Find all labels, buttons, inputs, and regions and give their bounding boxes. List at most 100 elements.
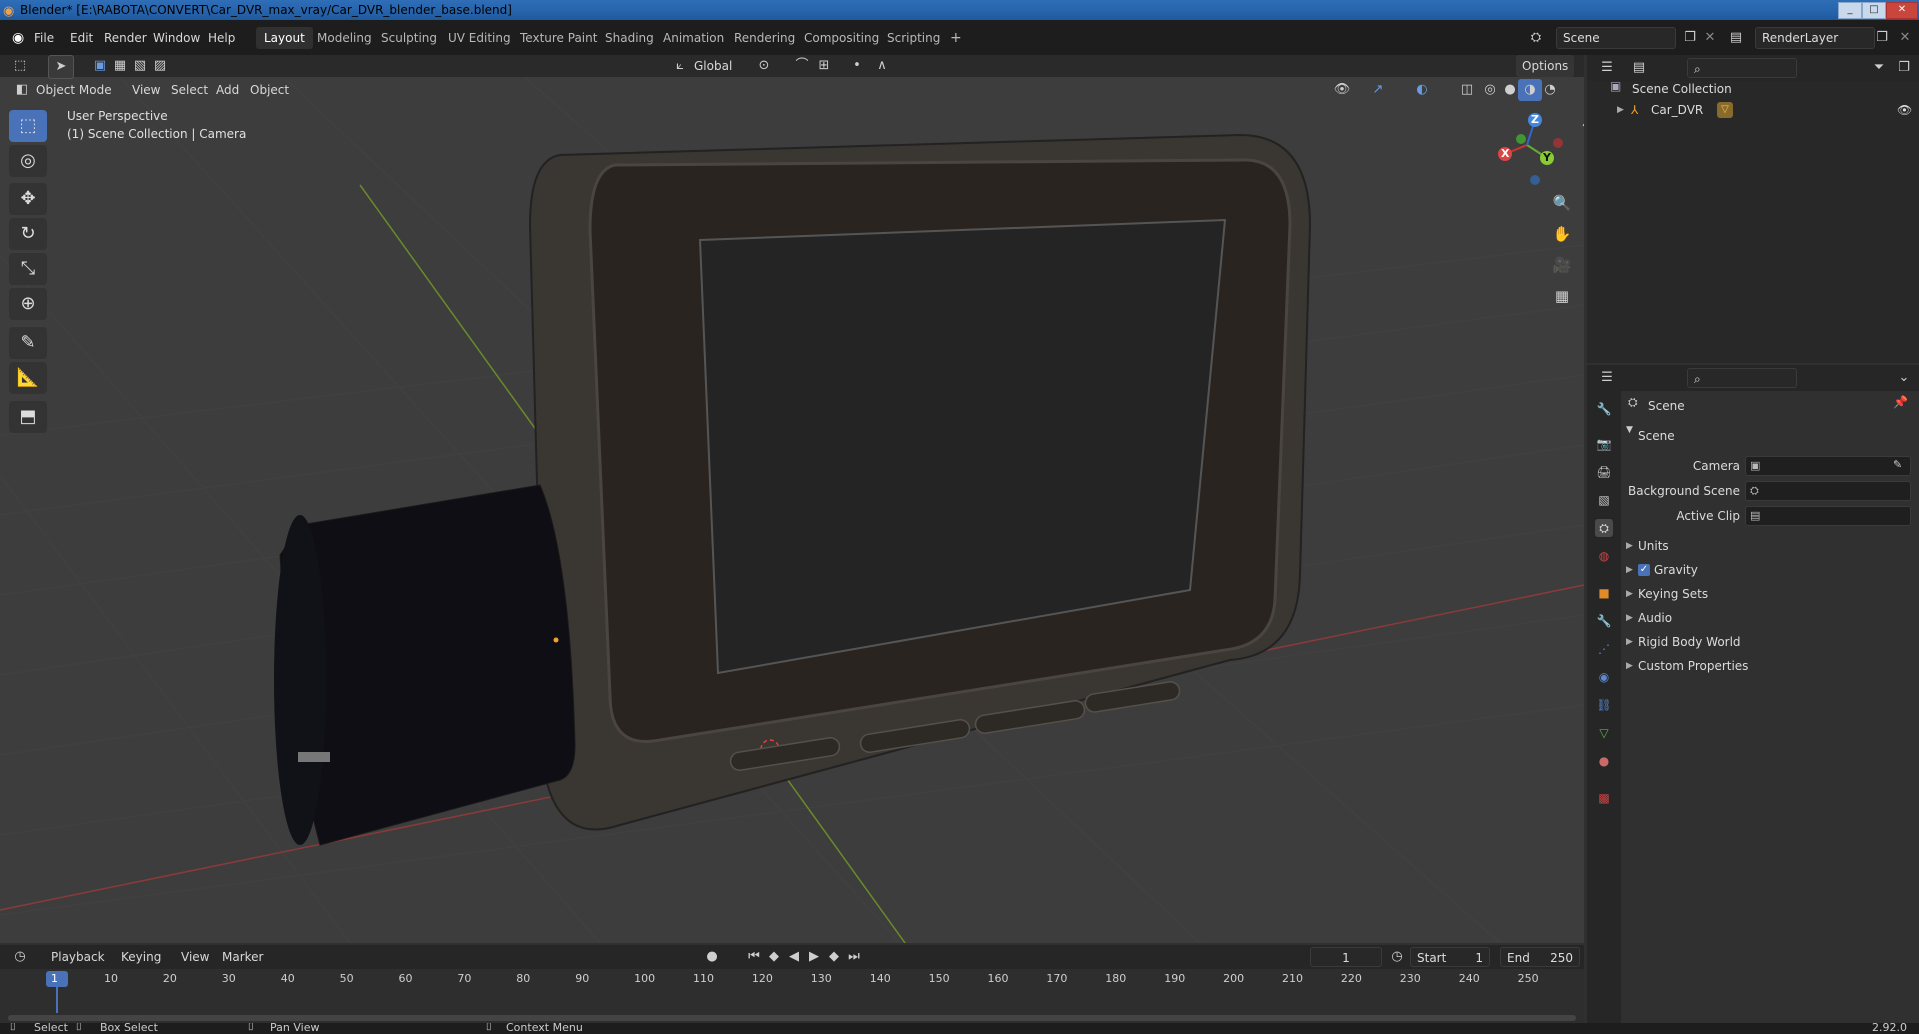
- properties-editor-type-icon[interactable]: ☰: [1595, 367, 1619, 389]
- custom-properties-panel[interactable]: Custom Properties: [1638, 655, 1748, 677]
- rigid-body-expand-icon[interactable]: ▶: [1626, 637, 1633, 647]
- ortho-toggle-icon[interactable]: ▦: [1550, 285, 1574, 307]
- background-scene-field[interactable]: ⛭: [1745, 481, 1911, 501]
- active-tool-icon[interactable]: ➤: [48, 55, 74, 79]
- expand-arrow-icon[interactable]: ▶: [1617, 100, 1624, 120]
- keying-sets-panel[interactable]: Keying Sets: [1638, 583, 1708, 605]
- scene-field[interactable]: Scene: [1556, 27, 1676, 49]
- new-renderlayer-icon[interactable]: ❐: [1870, 27, 1894, 49]
- viewport-menu-select[interactable]: Select: [165, 79, 214, 101]
- display-mode-icon[interactable]: ▤: [1627, 57, 1651, 79]
- tab-rendering[interactable]: Rendering: [726, 27, 803, 49]
- viewport-menu-add[interactable]: Add: [210, 79, 245, 101]
- render-tab-icon[interactable]: 📷: [1595, 435, 1613, 453]
- options-dropdown[interactable]: Options: [1516, 55, 1575, 77]
- outliner-editor-type-icon[interactable]: ☰: [1595, 57, 1619, 79]
- jump-end-icon[interactable]: ⏭: [842, 946, 866, 968]
- outliner-item-car-dvr[interactable]: Car_DVR: [1651, 100, 1703, 120]
- gravity-expand-icon[interactable]: ▶: [1626, 565, 1633, 575]
- view-layer-tab-icon[interactable]: ▧: [1595, 491, 1613, 509]
- pivot-point-icon[interactable]: ⊙: [752, 55, 776, 77]
- maximize-button[interactable]: □: [1862, 2, 1886, 19]
- custom-props-expand-icon[interactable]: ▶: [1626, 661, 1633, 671]
- menu-render[interactable]: Render: [100, 27, 151, 49]
- delete-scene-icon[interactable]: ✕: [1698, 27, 1722, 49]
- audio-expand-icon[interactable]: ▶: [1626, 613, 1633, 623]
- timeline-ruler[interactable]: 1 10 20 30 40 50 60 70 80 90 100 110 120 130 140 150 160…: [0, 969, 1584, 1023]
- audio-panel[interactable]: Audio: [1638, 607, 1672, 629]
- transform-tool-icon[interactable]: ⊕: [9, 288, 47, 320]
- gizmo-toggle-icon[interactable]: ↗: [1366, 79, 1390, 101]
- modifier-badge-icon[interactable]: ▽: [1717, 102, 1733, 118]
- start-frame-field[interactable]: Start 1: [1410, 947, 1490, 967]
- rotate-tool-icon[interactable]: ↻: [9, 218, 47, 250]
- tab-uv-editing[interactable]: UV Editing: [440, 27, 519, 49]
- pan-hand-icon[interactable]: ✋: [1550, 223, 1574, 245]
- select-mode-intersect-icon[interactable]: ▨: [148, 55, 172, 77]
- active-clip-field[interactable]: ▤: [1745, 506, 1911, 526]
- constraints-tab-icon[interactable]: ⛓: [1595, 696, 1613, 714]
- eye-visibility-icon[interactable]: 👁: [1897, 100, 1912, 120]
- physics-tab-icon[interactable]: ◉: [1595, 668, 1613, 686]
- properties-options-icon[interactable]: ⌄: [1892, 367, 1916, 389]
- object-tab-icon[interactable]: ■: [1595, 584, 1613, 602]
- data-tab-icon[interactable]: ▽: [1595, 724, 1613, 742]
- menu-file[interactable]: File: [30, 27, 58, 49]
- measure-tool-icon[interactable]: 📐: [9, 362, 47, 394]
- tab-texture-paint[interactable]: Texture Paint: [512, 27, 605, 49]
- menu-edit[interactable]: Edit: [66, 27, 97, 49]
- zoom-icon[interactable]: 🔍: [1550, 192, 1574, 214]
- renderlayer-field[interactable]: RenderLayer: [1755, 27, 1875, 49]
- preview-range-icon[interactable]: ◷: [1385, 946, 1409, 968]
- scene-collection-label[interactable]: Scene Collection: [1632, 79, 1732, 99]
- snap-target-icon[interactable]: ⊞: [812, 55, 836, 77]
- orientation-dropdown[interactable]: Global: [688, 55, 738, 77]
- move-tool-icon[interactable]: ✥: [9, 183, 47, 215]
- modifier-tab-icon[interactable]: 🔧: [1595, 612, 1613, 630]
- add-workspace-button[interactable]: +: [942, 27, 970, 49]
- timeline-menu-marker[interactable]: Marker: [216, 946, 269, 968]
- tab-modeling[interactable]: Modeling: [309, 27, 380, 49]
- proportional-edit-icon[interactable]: •: [845, 55, 869, 77]
- object-mode-dropdown[interactable]: Object Mode: [30, 79, 118, 101]
- cursor-tool-icon[interactable]: ◎: [9, 145, 47, 177]
- minimize-button[interactable]: _: [1838, 2, 1862, 19]
- add-cube-tool-icon[interactable]: ⬒: [9, 401, 47, 433]
- timeline-menu-playback[interactable]: Playback: [45, 946, 111, 968]
- rigid-body-world-panel[interactable]: Rigid Body World: [1638, 631, 1741, 653]
- scene-selector-icon[interactable]: ⛭: [1524, 27, 1548, 49]
- texture-tab-icon[interactable]: ▩: [1595, 789, 1613, 807]
- editor-type-icon[interactable]: ⬚: [8, 55, 32, 77]
- scale-tool-icon[interactable]: ⤡: [9, 253, 47, 285]
- eyedropper-icon[interactable]: ✎: [1893, 458, 1902, 471]
- pin-icon[interactable]: 📌: [1893, 395, 1908, 409]
- timeline-editor-type-icon[interactable]: ◷: [8, 946, 32, 968]
- camera-view-icon[interactable]: 🎥: [1550, 254, 1574, 276]
- rendered-shading-icon[interactable]: ◔: [1538, 79, 1562, 101]
- units-expand-icon[interactable]: ▶: [1626, 541, 1633, 551]
- end-frame-field[interactable]: End 250: [1500, 947, 1580, 967]
- visibility-icon[interactable]: 👁: [1330, 79, 1354, 101]
- tab-compositing[interactable]: Compositing: [796, 27, 887, 49]
- tab-shading[interactable]: Shading: [597, 27, 662, 49]
- blender-menu-icon[interactable]: ◉: [8, 27, 28, 49]
- particles-tab-icon[interactable]: ⋰: [1595, 640, 1613, 658]
- tab-animation[interactable]: Animation: [655, 27, 732, 49]
- properties-search-input[interactable]: ⌕: [1687, 368, 1797, 388]
- viewport-menu-view[interactable]: View: [126, 79, 166, 101]
- world-tab-icon[interactable]: ◍: [1595, 547, 1613, 565]
- keying-sets-expand-icon[interactable]: ▶: [1626, 589, 1633, 599]
- tab-scripting[interactable]: Scripting: [879, 27, 948, 49]
- renderlayer-selector-icon[interactable]: ▤: [1724, 27, 1748, 49]
- timeline-scrollbar[interactable]: [8, 1015, 1576, 1021]
- record-icon[interactable]: ●: [700, 946, 724, 968]
- menu-window[interactable]: Window: [149, 27, 204, 49]
- delete-renderlayer-icon[interactable]: ✕: [1893, 27, 1917, 49]
- gravity-panel[interactable]: Gravity: [1654, 559, 1698, 581]
- 3d-viewport[interactable]: X Y Z ⬚ ➤ ▣ ▦ ▧ ▨ ⟀ Global ⊙ ⌒ ⊞ • ∧ Opt…: [0, 55, 1584, 943]
- timeline-menu-view[interactable]: View: [175, 946, 215, 968]
- menu-help[interactable]: Help: [204, 27, 239, 49]
- filter-icon[interactable]: ⏷: [1867, 57, 1891, 79]
- select-box-tool-icon[interactable]: ⬚: [9, 110, 47, 142]
- scene-section-title[interactable]: Scene: [1638, 425, 1675, 447]
